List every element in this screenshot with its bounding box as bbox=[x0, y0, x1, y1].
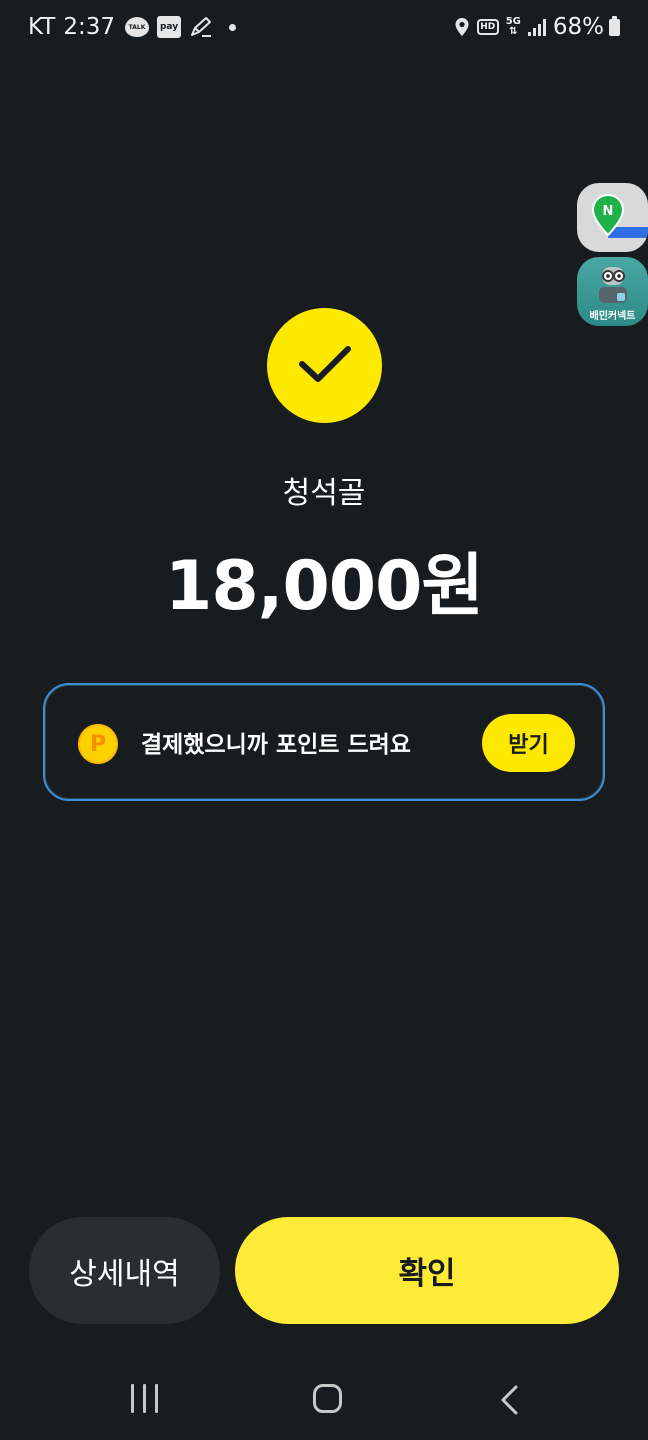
point-coin-icon: P bbox=[78, 724, 118, 764]
payment-amount: 18,000원 bbox=[165, 547, 484, 626]
clock: 2:37 bbox=[63, 14, 116, 40]
battery-icon bbox=[609, 15, 620, 36]
merchant-name: 청석골 bbox=[282, 476, 366, 511]
point-reward-card: P 결제했으니까 포인트 드려요 받기 bbox=[43, 683, 605, 801]
pen-icon bbox=[189, 16, 213, 38]
receive-point-button[interactable]: 받기 bbox=[482, 714, 575, 772]
success-check-badge bbox=[267, 308, 382, 423]
status-left: KT 2:37 TALK pay bbox=[28, 14, 237, 40]
hd-badge-text: HD bbox=[480, 22, 496, 32]
check-icon bbox=[297, 343, 353, 389]
map-pin-icon: N bbox=[591, 193, 625, 241]
recent-apps-icon[interactable] bbox=[131, 1384, 158, 1413]
battery-percent: 68% bbox=[552, 14, 604, 40]
network-5g-icon: 5G ⇅ bbox=[505, 16, 521, 37]
signal-icon bbox=[527, 18, 546, 36]
kakaopay-icon: pay bbox=[157, 16, 182, 38]
hd-voice-icon: HD bbox=[476, 19, 499, 35]
baemin-connect-label: 배민커넥트 bbox=[589, 311, 636, 322]
point-reward-message: 결제했으니까 포인트 드려요 bbox=[141, 732, 411, 758]
status-bar: KT 2:37 TALK pay HD 5G ⇅ 68% bbox=[0, 0, 648, 60]
confirm-button[interactable]: 확인 bbox=[235, 1217, 619, 1324]
pay-badge-text: pay bbox=[159, 22, 179, 32]
carrier-label: KT bbox=[28, 14, 56, 40]
svg-text:N: N bbox=[603, 204, 614, 219]
point-coin-symbol: P bbox=[89, 731, 107, 757]
baemin-connect-floating-app[interactable]: 배민커넥트 bbox=[577, 257, 648, 326]
talk-badge-text: TALK bbox=[128, 23, 146, 31]
details-button[interactable]: 상세내역 bbox=[29, 1217, 220, 1324]
location-icon bbox=[454, 17, 470, 37]
robot-mascot-icon bbox=[595, 263, 631, 311]
back-icon[interactable] bbox=[498, 1384, 520, 1420]
notification-dot-icon bbox=[229, 23, 237, 31]
kakaotalk-icon: TALK bbox=[125, 17, 150, 37]
navigation-bar bbox=[0, 1360, 648, 1440]
network-text: 5G bbox=[505, 16, 521, 27]
status-right: HD 5G ⇅ 68% bbox=[454, 14, 620, 40]
home-icon[interactable] bbox=[313, 1384, 342, 1413]
naver-map-floating-app[interactable]: N bbox=[577, 183, 648, 252]
